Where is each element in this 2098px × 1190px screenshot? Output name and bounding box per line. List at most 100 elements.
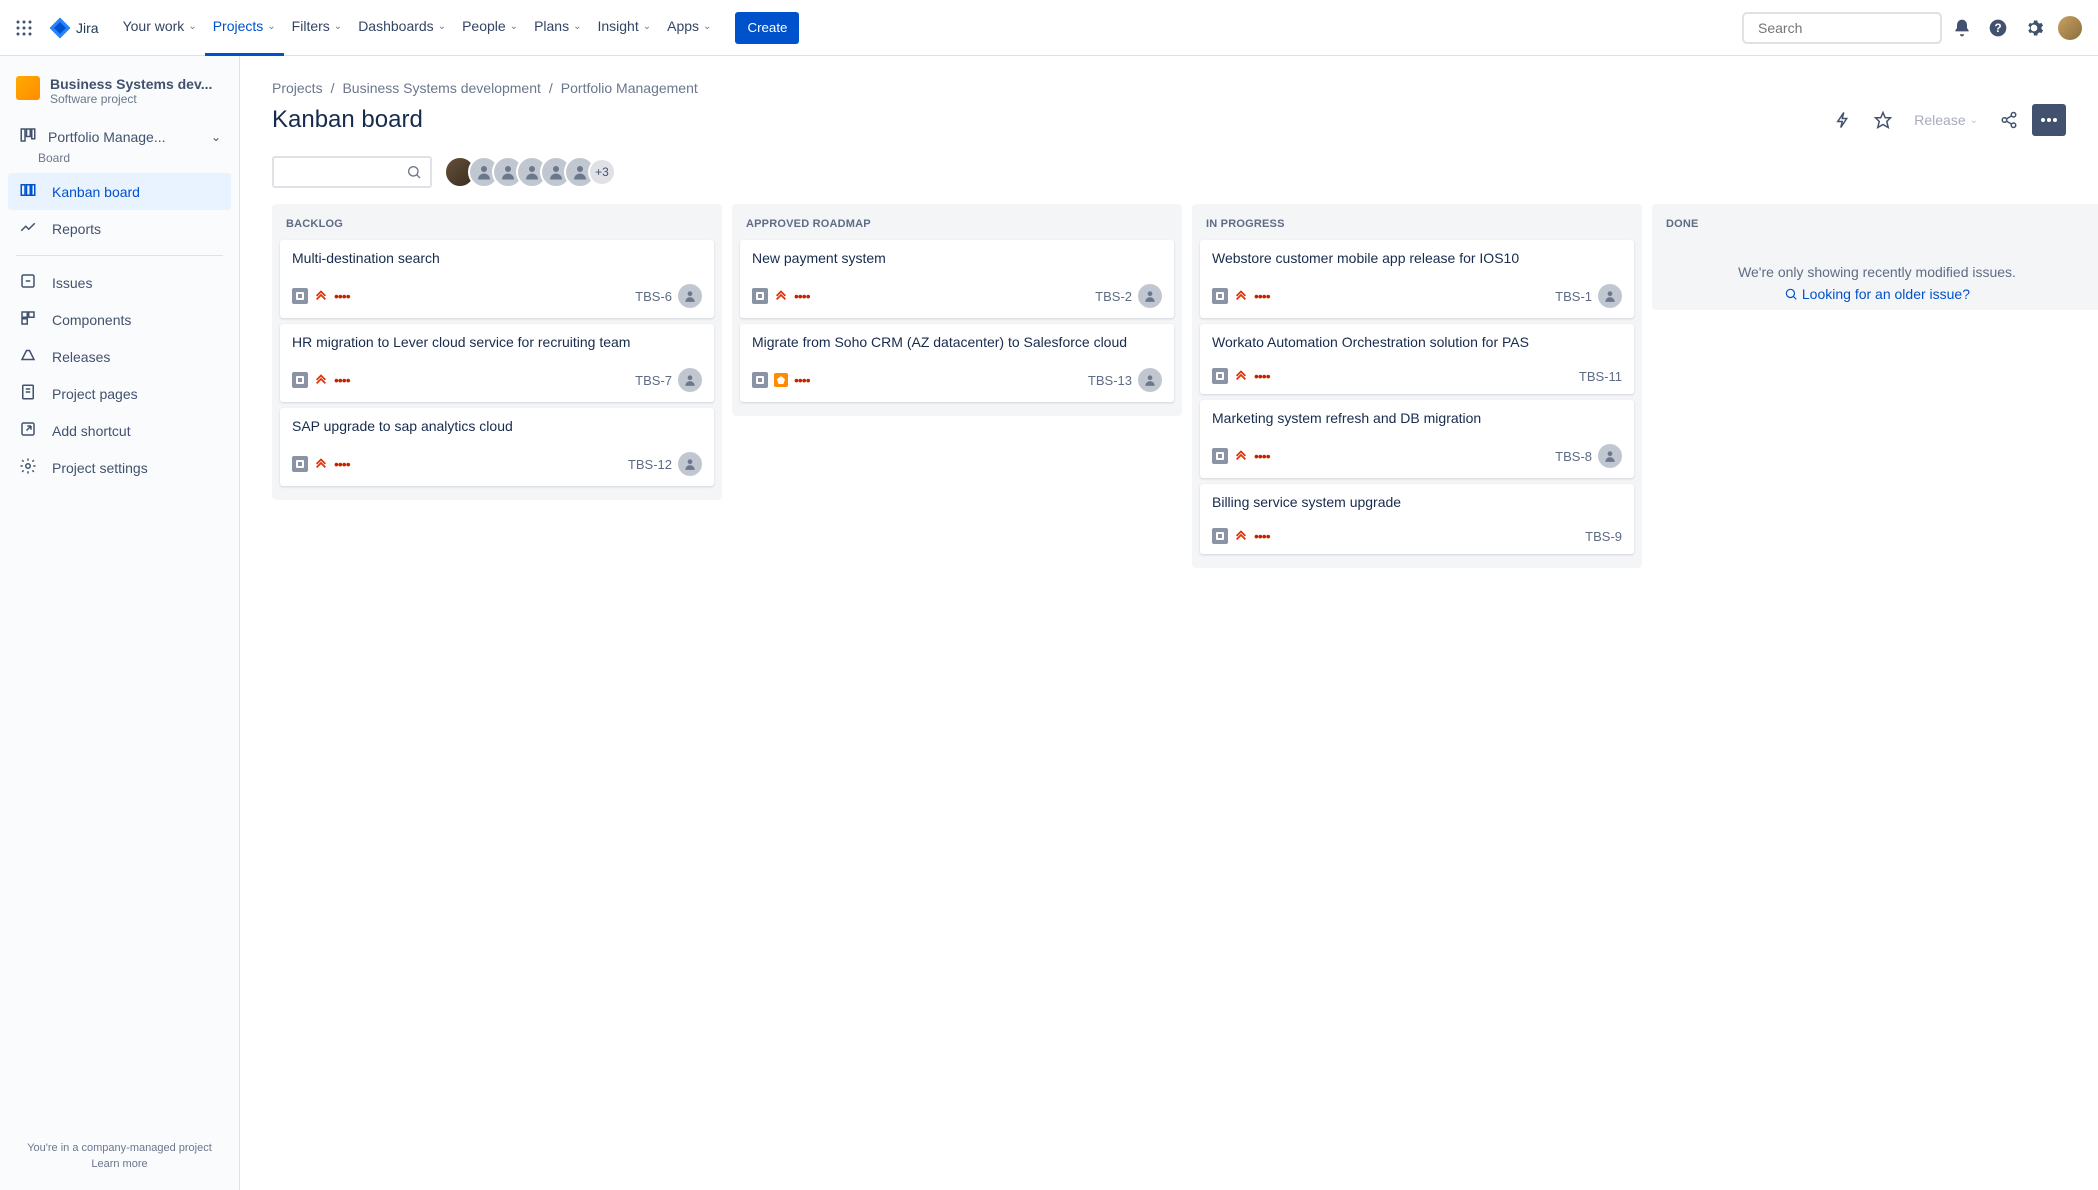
notifications-icon[interactable] <box>1946 12 1978 44</box>
nav-item-filters[interactable]: Filters⌄ <box>284 0 351 56</box>
issue-type-icon <box>292 372 308 388</box>
card-title: New payment system <box>752 250 1162 266</box>
priority-highest-icon <box>314 372 328 388</box>
board-icon <box>18 181 38 202</box>
older-issue-link[interactable]: Looking for an older issue? <box>1802 286 1970 302</box>
project-header[interactable]: Business Systems dev... Software project <box>8 76 231 120</box>
sidebar-item-label: Releases <box>52 349 110 365</box>
issue-card[interactable]: Billing service system upgrade••••TBS-9 <box>1200 484 1634 554</box>
empty-column-message: We're only showing recently modified iss… <box>1660 240 2094 286</box>
nav-item-projects[interactable]: Projects⌄ <box>205 0 284 56</box>
board-dropdown[interactable]: Portfolio Manage... ⌄ <box>8 120 231 153</box>
assignee-avatar <box>1598 284 1622 308</box>
nav-item-people[interactable]: People⌄ <box>454 0 526 56</box>
assignee-avatar <box>678 452 702 476</box>
nav-item-your-work[interactable]: Your work⌄ <box>115 0 205 56</box>
issue-card[interactable]: New payment system••••TBS-2 <box>740 240 1174 318</box>
issue-card[interactable]: Migrate from Soho CRM (AZ datacenter) to… <box>740 324 1174 402</box>
assignee-filter-avatars: +3 <box>444 156 616 188</box>
board-column: IN PROGRESSWebstore customer mobile app … <box>1192 204 1642 568</box>
priority-highest-icon <box>1234 368 1248 384</box>
profile-avatar[interactable] <box>2054 12 2086 44</box>
app-switcher-icon[interactable] <box>12 16 36 40</box>
automation-icon[interactable] <box>1826 104 1860 136</box>
issue-card[interactable]: SAP upgrade to sap analytics cloud••••TB… <box>280 408 714 486</box>
chevron-down-icon: ⌄ <box>510 21 518 32</box>
card-title: Marketing system refresh and DB migratio… <box>1212 410 1622 426</box>
board-search[interactable] <box>272 156 432 188</box>
footer-learn-more-link[interactable]: Learn more <box>20 1158 219 1170</box>
sidebar-item-label: Add shortcut <box>52 423 131 439</box>
issue-key: TBS-8 <box>1555 449 1592 464</box>
chevron-down-icon: ⌄ <box>573 21 581 32</box>
issue-card[interactable]: Multi-destination search••••TBS-6 <box>280 240 714 318</box>
help-icon[interactable]: ? <box>1982 12 2014 44</box>
status-dots-icon: •••• <box>1254 288 1270 304</box>
nav-item-apps[interactable]: Apps⌄ <box>659 0 719 56</box>
priority-highest-icon <box>1234 528 1248 544</box>
more-actions-button[interactable] <box>2032 104 2066 136</box>
issue-card[interactable]: Marketing system refresh and DB migratio… <box>1200 400 1634 478</box>
issue-type-icon <box>752 372 768 388</box>
project-type: Software project <box>50 92 212 106</box>
create-button[interactable]: Create <box>735 12 799 44</box>
board-column: DONEWe're only showing recently modified… <box>1652 204 2098 310</box>
breadcrumb-link[interactable]: Business Systems development <box>342 80 540 96</box>
status-dots-icon: •••• <box>1254 368 1270 384</box>
card-title: Webstore customer mobile app release for… <box>1212 250 1622 266</box>
board-toolbar: +3 <box>272 156 2066 188</box>
issue-card[interactable]: HR migration to Lever cloud service for … <box>280 324 714 402</box>
epic-icon <box>774 373 788 387</box>
sidebar-item-kanban-board[interactable]: Kanban board <box>8 173 231 210</box>
status-dots-icon: •••• <box>1254 448 1270 464</box>
assignee-avatar <box>1138 284 1162 308</box>
sidebar-footer: You're in a company-managed project Lear… <box>8 1130 231 1182</box>
nav-item-dashboards[interactable]: Dashboards⌄ <box>350 0 454 56</box>
nav-item-insight[interactable]: Insight⌄ <box>589 0 659 56</box>
settings-icon[interactable] <box>2018 12 2050 44</box>
sidebar-item-releases[interactable]: Releases <box>8 338 231 375</box>
sidebar-item-reports[interactable]: Reports <box>8 210 231 247</box>
product-name: Jira <box>76 20 99 36</box>
sidebar-item-project-settings[interactable]: Project settings <box>8 449 231 486</box>
share-icon[interactable] <box>1992 104 2026 136</box>
reports-icon <box>18 218 38 239</box>
issue-card[interactable]: Webstore customer mobile app release for… <box>1200 240 1634 318</box>
breadcrumb-link[interactable]: Portfolio Management <box>561 80 698 96</box>
issue-type-icon <box>1212 288 1228 304</box>
column-header: DONE <box>1660 212 2094 240</box>
main-content: Projects/Business Systems development/Po… <box>240 56 2098 1190</box>
chevron-down-icon: ⌄ <box>1970 115 1978 126</box>
sidebar-item-label: Kanban board <box>52 184 140 200</box>
nav-item-plans[interactable]: Plans⌄ <box>526 0 589 56</box>
card-title: Multi-destination search <box>292 250 702 266</box>
avatar-overflow[interactable]: +3 <box>588 158 616 186</box>
kanban-board: BACKLOGMulti-destination search••••TBS-6… <box>272 204 2066 568</box>
jira-logo[interactable]: Jira <box>44 16 103 40</box>
release-button[interactable]: Release ⌄ <box>1906 104 1986 136</box>
sidebar-item-issues[interactable]: Issues <box>8 264 231 301</box>
search-input[interactable] <box>1758 20 1939 36</box>
sidebar-item-project-pages[interactable]: Project pages <box>8 375 231 412</box>
sidebar-item-label: Project pages <box>52 386 138 402</box>
project-name: Business Systems dev... <box>50 76 212 92</box>
column-header: APPROVED ROADMAP <box>740 212 1174 240</box>
priority-highest-icon <box>1234 288 1248 304</box>
sidebar-item-label: Project settings <box>52 460 148 476</box>
sidebar-item-components[interactable]: Components <box>8 301 231 338</box>
chevron-down-icon: ⌄ <box>703 21 711 32</box>
issue-key: TBS-1 <box>1555 289 1592 304</box>
breadcrumb-link[interactable]: Projects <box>272 80 323 96</box>
priority-highest-icon <box>314 456 328 472</box>
card-title: Workato Automation Orchestration solutio… <box>1212 334 1622 350</box>
chevron-down-icon: ⌄ <box>438 21 446 32</box>
issue-key: TBS-11 <box>1579 369 1622 384</box>
sidebar-item-add-shortcut[interactable]: Add shortcut <box>8 412 231 449</box>
sidebar-item-label: Components <box>52 312 131 328</box>
issue-card[interactable]: Workato Automation Orchestration solutio… <box>1200 324 1634 394</box>
global-search[interactable] <box>1742 12 1942 44</box>
components-icon <box>18 309 38 330</box>
issue-type-icon <box>292 288 308 304</box>
board-group-subtitle: Board <box>38 151 231 165</box>
star-icon[interactable] <box>1866 104 1900 136</box>
